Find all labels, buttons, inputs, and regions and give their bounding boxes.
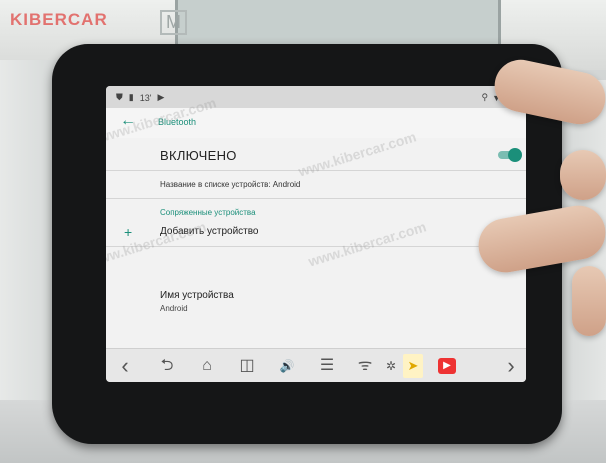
status-bar: ⛊ ▮ 13' ▶ ⚲ ▼ 1 <box>106 86 526 108</box>
navigation-icon[interactable]: ➤ <box>403 354 423 378</box>
location-icon: ⚲ <box>481 92 489 102</box>
add-icon[interactable]: + <box>124 224 132 240</box>
menu-icon[interactable]: ☰ <box>314 354 340 378</box>
settings-icon[interactable]: ✲ <box>378 354 404 378</box>
home-icon[interactable]: ⌂ <box>194 354 220 378</box>
bluetooth-toggle-switch[interactable] <box>498 148 522 162</box>
volume-icon[interactable]: 🔊 <box>274 354 300 378</box>
head-unit-screen: ⛊ ▮ 13' ▶ ⚲ ▼ 1 ← Bluetooth ВКЛЮЧЕНО Наз… <box>106 86 526 382</box>
nav-right-arrow-icon[interactable]: › <box>498 354 524 378</box>
nav-left-arrow-icon[interactable]: ‹ <box>112 354 138 378</box>
play-icon: ▶ <box>157 92 165 102</box>
lock-icon: ▮ <box>128 92 134 102</box>
background-sign: M <box>160 10 187 35</box>
shield-icon: ⛊ <box>116 92 123 102</box>
device-name-value: Android <box>160 304 188 313</box>
back-icon[interactable]: ⮌ <box>154 354 180 378</box>
brand-logo: KIBERCAR <box>10 10 108 29</box>
navigation-bar: ‹ ⮌ ⌂ ◫ 🔊 ☰ ᯤ ✲ ➤ ▶ › <box>106 348 526 382</box>
status-temperature: 13' <box>139 92 152 103</box>
split-screen-icon[interactable]: ◫ <box>234 354 260 378</box>
toggle-knob <box>508 148 522 162</box>
device-name-info-text: Название в списке устройств: Android <box>160 180 301 189</box>
device-name-title: Имя устройства <box>160 290 234 301</box>
youtube-icon[interactable]: ▶ <box>438 358 456 374</box>
wifi-icon[interactable]: ᯤ <box>352 354 378 378</box>
background-window <box>175 0 501 48</box>
toggle-label: ВКЛЮЧЕНО <box>160 148 237 163</box>
section-header: Сопряженные устройства <box>160 208 256 217</box>
finger <box>560 150 606 200</box>
finger <box>572 266 606 336</box>
